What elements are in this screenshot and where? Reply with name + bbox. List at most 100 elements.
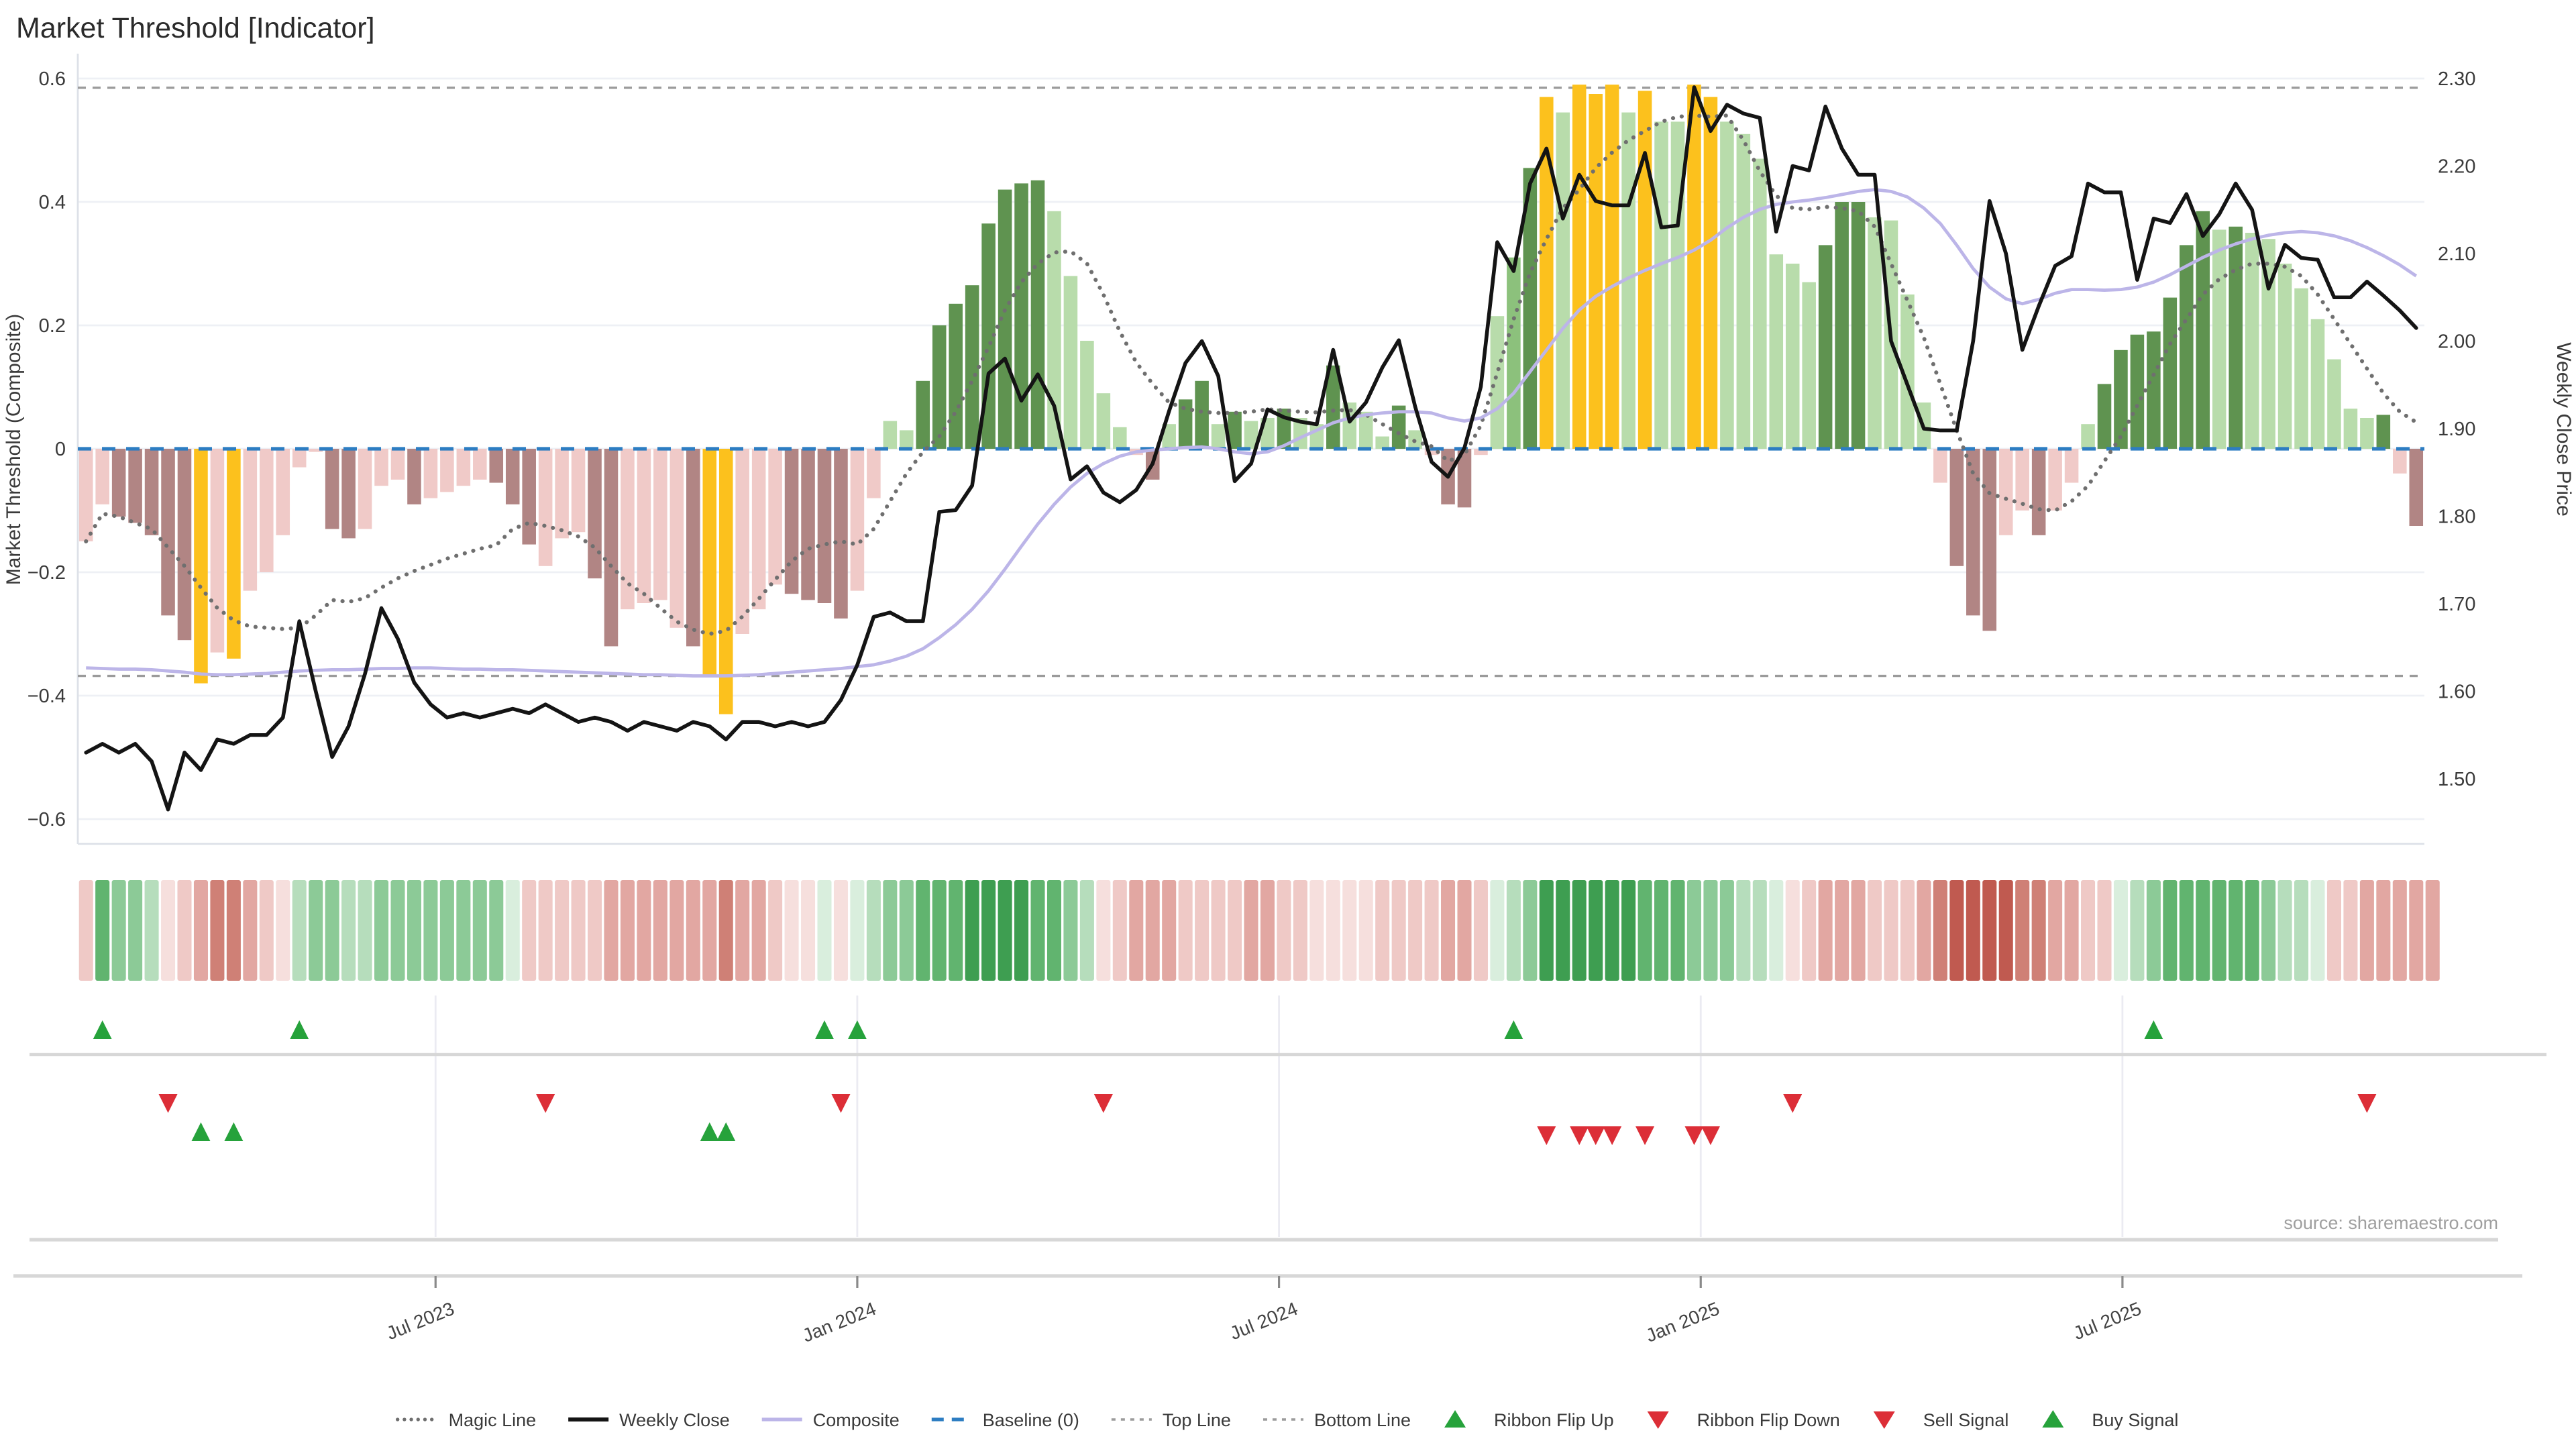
- threshold-bar: [1753, 159, 1767, 449]
- ribbon-cell: [128, 880, 142, 981]
- threshold-bar: [1868, 217, 1882, 449]
- legend-item: Ribbon Flip Up: [1444, 1410, 1614, 1430]
- ribbon-cell: [2245, 880, 2259, 981]
- threshold-bar: [2147, 331, 2161, 449]
- ribbon-cell: [1228, 880, 1242, 981]
- ribbon-cell: [2097, 880, 2111, 981]
- ribbon-cell: [2294, 880, 2308, 981]
- x-axis: Jul 2023Jan 2024Jul 2024Jan 2025Jul 2025: [13, 1276, 2522, 1346]
- ribbon-cell: [1244, 880, 1258, 981]
- ribbon-cell: [2032, 880, 2046, 981]
- sell-signal-marker: [1603, 1126, 1621, 1145]
- ribbon-cell: [604, 880, 618, 981]
- threshold-bar: [539, 449, 553, 566]
- ribbon-cell: [1884, 880, 1898, 981]
- threshold-bar: [588, 449, 602, 578]
- threshold-bar: [1375, 437, 1389, 449]
- y-axis-left: 0.60.40.20−0.2−0.4−0.6Market Threshold (…: [3, 68, 66, 830]
- ribbon-cell: [1556, 880, 1570, 981]
- ribbon-flip-up-marker: [1504, 1020, 1523, 1039]
- ribbon-cell: [1949, 880, 1964, 981]
- threshold-bar: [1835, 202, 1849, 449]
- ribbon-flip-up-marker: [848, 1020, 867, 1039]
- threshold-bar: [440, 449, 454, 492]
- ribbon-cell: [1589, 880, 1603, 981]
- ribbon-cell: [801, 880, 815, 981]
- threshold-bar: [244, 449, 258, 591]
- right-tick-label: 2.20: [2438, 156, 2475, 178]
- threshold-bar: [1195, 381, 1209, 449]
- legend-item: Buy Signal: [2042, 1410, 2178, 1430]
- threshold-bar: [227, 449, 241, 659]
- ribbon-cell: [1441, 880, 1455, 981]
- threshold-bar: [686, 449, 700, 646]
- market-threshold-chart: 0.60.40.20−0.2−0.4−0.6Market Threshold (…: [0, 0, 2576, 1449]
- ribbon-cell: [374, 880, 388, 981]
- ribbon-cell: [1917, 880, 1931, 981]
- threshold-bar: [276, 449, 290, 535]
- sell-signal-marker: [1537, 1126, 1556, 1145]
- threshold-bar: [407, 449, 421, 504]
- ribbon-cell: [161, 880, 175, 981]
- ribbon-cell: [1933, 880, 1947, 981]
- threshold-bar: [2131, 335, 2145, 449]
- threshold-bar: [768, 449, 782, 584]
- ribbon-cell: [1999, 880, 2013, 981]
- threshold-bar: [2196, 211, 2210, 449]
- threshold-bar: [1720, 121, 1734, 449]
- threshold-bar: [2294, 288, 2308, 449]
- threshold-bar: [194, 449, 208, 684]
- ribbon-cell: [1490, 880, 1504, 981]
- right-tick-label: 1.60: [2438, 682, 2475, 703]
- threshold-bar: [2180, 245, 2194, 449]
- left-axis-title: Market Threshold (Composite): [3, 314, 25, 586]
- threshold-bar: [260, 449, 274, 572]
- left-tick-label: −0.6: [28, 809, 66, 830]
- ribbon-cell: [79, 880, 93, 981]
- ribbon-cell: [850, 880, 864, 981]
- ribbon-cell: [1786, 880, 1800, 981]
- threshold-bar: [883, 421, 898, 449]
- left-tick-label: 0.6: [39, 68, 66, 90]
- threshold-bar: [2327, 360, 2341, 449]
- buy-signal-marker: [191, 1122, 210, 1141]
- ribbon-cell: [1851, 880, 1866, 981]
- threshold-bar: [325, 449, 339, 529]
- buy-signal-marker: [224, 1122, 243, 1141]
- threshold-bar: [2212, 229, 2226, 449]
- ribbon-flip-down-marker: [831, 1094, 850, 1113]
- ribbon-cell: [506, 880, 520, 981]
- ribbon-cell: [358, 880, 372, 981]
- ribbon-cell: [2343, 880, 2357, 981]
- x-tick-label: Jan 2024: [800, 1298, 879, 1346]
- ribbon-cell: [1507, 880, 1521, 981]
- ribbon-cell: [653, 880, 667, 981]
- threshold-bar: [2098, 384, 2112, 449]
- ribbon-cell: [1769, 880, 1783, 981]
- threshold-bar: [1179, 399, 1193, 449]
- threshold-bar: [2065, 449, 2079, 483]
- x-tick-label: Jul 2025: [2070, 1298, 2144, 1344]
- ribbon-cell: [1212, 880, 1226, 981]
- ribbon-cell: [1014, 880, 1028, 981]
- threshold-bar: [79, 449, 93, 541]
- ribbon-cell: [621, 880, 635, 981]
- threshold-bar: [2393, 449, 2407, 474]
- ribbon-cell: [1900, 880, 1915, 981]
- threshold-bar: [112, 449, 126, 517]
- ribbon-cell: [1392, 880, 1406, 981]
- threshold-bar: [1704, 97, 1718, 449]
- ribbon-cell: [932, 880, 947, 981]
- ribbon-cell: [1605, 880, 1619, 981]
- ribbon-cell: [227, 880, 241, 981]
- threshold-bar: [2409, 449, 2423, 526]
- threshold-bar: [2311, 319, 2325, 449]
- page-title: Market Threshold [Indicator]: [16, 12, 375, 44]
- threshold-bar: [834, 449, 848, 619]
- ribbon-cell: [456, 880, 470, 981]
- threshold-bar: [473, 449, 487, 480]
- ribbon-cell: [1425, 880, 1439, 981]
- ribbon-cell: [407, 880, 421, 981]
- ribbon-cell: [539, 880, 553, 981]
- ribbon-flip-down-marker: [536, 1094, 555, 1113]
